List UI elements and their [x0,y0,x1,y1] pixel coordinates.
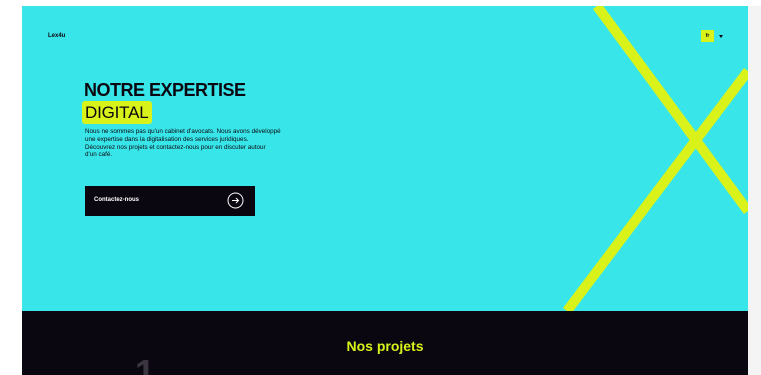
scrollbar[interactable] [748,6,761,375]
hero-title: NOTRE EXPERTISE [84,80,246,100]
projects-section: Nos projets 1 [22,311,748,375]
project-number: 1 [135,352,156,375]
description-line: d'un café. [85,151,113,159]
hero-description: Nous ne sommes pas qu'un cabinet d'avoca… [85,128,335,159]
hero-subtitle-highlight: DIGITAL [82,101,153,124]
projects-title: Nos projets [346,338,424,354]
hero-subtitle: DIGITAL [85,103,149,122]
description-line: une expertise dans la digitalisation des… [85,135,249,143]
contact-button-label: Contactez-nous [94,197,139,203]
description-line: Découvrez nos projets et contactez-nous … [85,143,266,151]
stripe-line-2 [563,67,748,311]
language-selector[interactable]: fr [701,30,723,42]
hero-section: Lex4u fr NOTRE EXPERTISE DIGITAL Nous ne… [22,6,748,311]
page: Lex4u fr NOTRE EXPERTISE DIGITAL Nous ne… [22,6,748,375]
logo[interactable]: Lex4u [48,33,65,39]
chevron-down-icon[interactable] [719,34,723,38]
description-line: Nous ne sommes pas qu'un cabinet d'avoca… [85,128,281,135]
language-badge[interactable]: fr [701,30,714,42]
arrow-right-icon [227,192,244,209]
contact-button[interactable]: Contactez-nous [85,186,255,216]
